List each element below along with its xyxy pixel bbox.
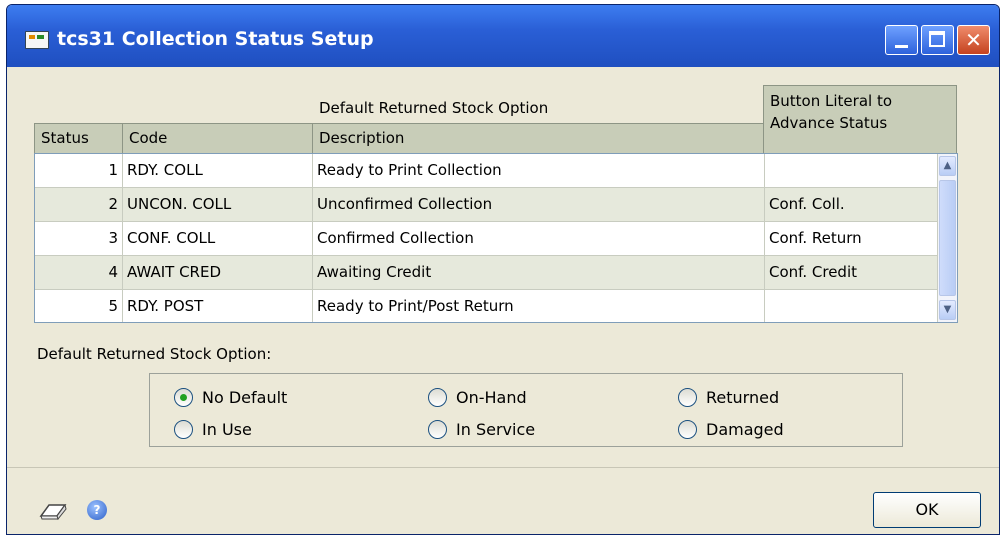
button-literal-cell[interactable]: Conf. Coll. — [765, 188, 957, 221]
scroll-down-icon[interactable]: ▼ — [939, 300, 956, 320]
radio-label: Returned — [706, 388, 780, 407]
scroll-up-icon[interactable]: ▲ — [939, 156, 956, 176]
status-cell[interactable]: 4 — [35, 256, 123, 289]
radio-selected-dot — [180, 394, 187, 401]
description-cell[interactable]: Awaiting Credit — [313, 256, 765, 289]
status-cell[interactable]: 1 — [35, 154, 123, 187]
maximize-button[interactable] — [921, 25, 954, 55]
default-option-group: No Default On-Hand Returned In Use In Se… — [149, 373, 903, 447]
status-cell[interactable]: 2 — [35, 188, 123, 221]
code-cell[interactable]: RDY. POST — [123, 290, 313, 322]
code-cell[interactable]: AWAIT CRED — [123, 256, 313, 289]
minimize-button[interactable] — [885, 25, 918, 55]
status-cell[interactable]: 5 — [35, 290, 123, 322]
radio-button[interactable] — [428, 420, 447, 439]
status-grid: 1 RDY. COLL Ready to Print Collection 2 … — [34, 153, 958, 323]
table-row[interactable]: 5 RDY. POST Ready to Print/Post Return — [35, 290, 957, 322]
close-icon: ✕ — [965, 28, 982, 52]
app-icon — [25, 31, 49, 49]
table-row[interactable]: 3 CONF. COLL Confirmed Collection Conf. … — [35, 222, 957, 256]
footer-divider — [7, 467, 999, 468]
radio-label: In Service — [456, 420, 536, 439]
column-header-description[interactable]: Description — [312, 123, 764, 155]
radio-label: On-Hand — [456, 388, 527, 407]
code-cell[interactable]: CONF. COLL — [123, 222, 313, 255]
maximize-icon — [929, 31, 945, 47]
title-bar[interactable]: tcs31 Collection Status Setup ✕ — [7, 5, 999, 67]
button-literal-cell[interactable] — [765, 154, 957, 187]
column-header-code[interactable]: Code — [122, 123, 313, 155]
button-literal-cell[interactable] — [765, 290, 957, 322]
dialog-window: tcs31 Collection Status Setup ✕ Default … — [6, 4, 1000, 535]
radio-button[interactable] — [174, 388, 193, 407]
status-cell[interactable]: 3 — [35, 222, 123, 255]
button-literal-cell[interactable]: Conf. Credit — [765, 256, 957, 289]
column-header-button-literal[interactable]: Button Literal to Advance Status — [763, 85, 957, 155]
radio-label: In Use — [202, 420, 252, 439]
scroll-thumb[interactable] — [939, 180, 956, 296]
radio-label: No Default — [202, 388, 288, 407]
radio-button[interactable] — [678, 388, 697, 407]
note-icon[interactable] — [39, 501, 69, 525]
description-cell[interactable]: Confirmed Collection — [313, 222, 765, 255]
description-cell[interactable]: Ready to Print/Post Return — [313, 290, 765, 322]
table-row[interactable]: 2 UNCON. COLL Unconfirmed Collection Con… — [35, 188, 957, 222]
radio-button[interactable] — [174, 420, 193, 439]
radio-label: Damaged — [706, 420, 784, 439]
column-header-status[interactable]: Status — [34, 123, 123, 155]
default-option-label: Default Returned Stock Option: — [37, 345, 272, 363]
description-cell[interactable]: Unconfirmed Collection — [313, 188, 765, 221]
radio-button[interactable] — [428, 388, 447, 407]
description-cell[interactable]: Ready to Print Collection — [313, 154, 765, 187]
close-button[interactable]: ✕ — [957, 25, 990, 55]
button-literal-cell[interactable]: Conf. Return — [765, 222, 957, 255]
radio-button[interactable] — [678, 420, 697, 439]
code-cell[interactable]: RDY. COLL — [123, 154, 313, 187]
table-row[interactable]: 4 AWAIT CRED Awaiting Credit Conf. Credi… — [35, 256, 957, 290]
minimize-icon — [895, 45, 908, 48]
window-title: tcs31 Collection Status Setup — [57, 28, 374, 50]
help-icon[interactable]: ? — [87, 500, 107, 520]
table-row[interactable]: 1 RDY. COLL Ready to Print Collection — [35, 154, 957, 188]
grid-group-header: Default Returned Stock Option — [319, 99, 549, 117]
vertical-scrollbar[interactable]: ▲ ▼ — [937, 154, 957, 322]
ok-button[interactable]: OK — [873, 492, 981, 528]
code-cell[interactable]: UNCON. COLL — [123, 188, 313, 221]
